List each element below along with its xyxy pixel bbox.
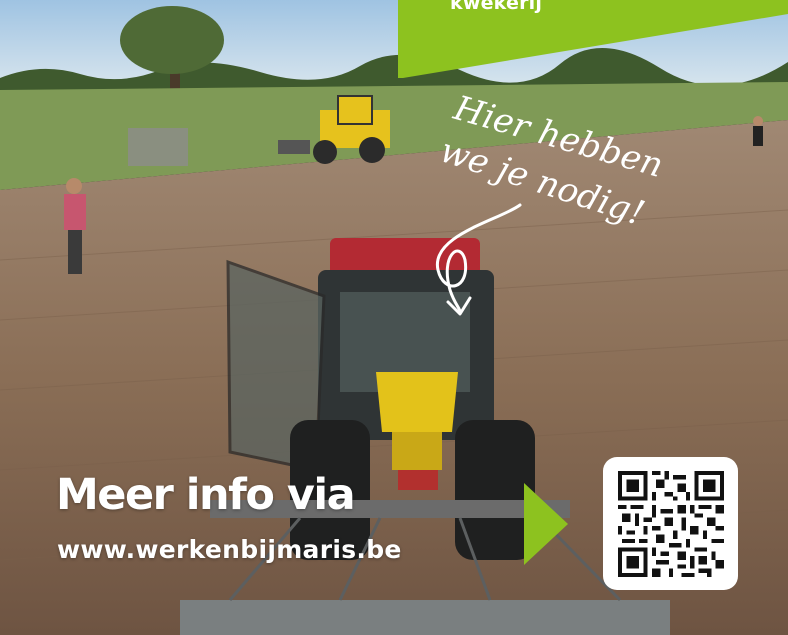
curly-arrow-icon [436, 203, 522, 314]
tab-text: kwekerij [450, 0, 543, 14]
play-triangle-icon [524, 483, 568, 565]
qr-code-icon [618, 471, 724, 577]
headline: Meer info via [56, 470, 356, 520]
website-url[interactable]: www.werkenbijmaris.be [57, 537, 402, 562]
qr-code-card[interactable] [603, 457, 738, 590]
handwritten-slogan: Hier hebben we je nodig! [435, 88, 667, 316]
